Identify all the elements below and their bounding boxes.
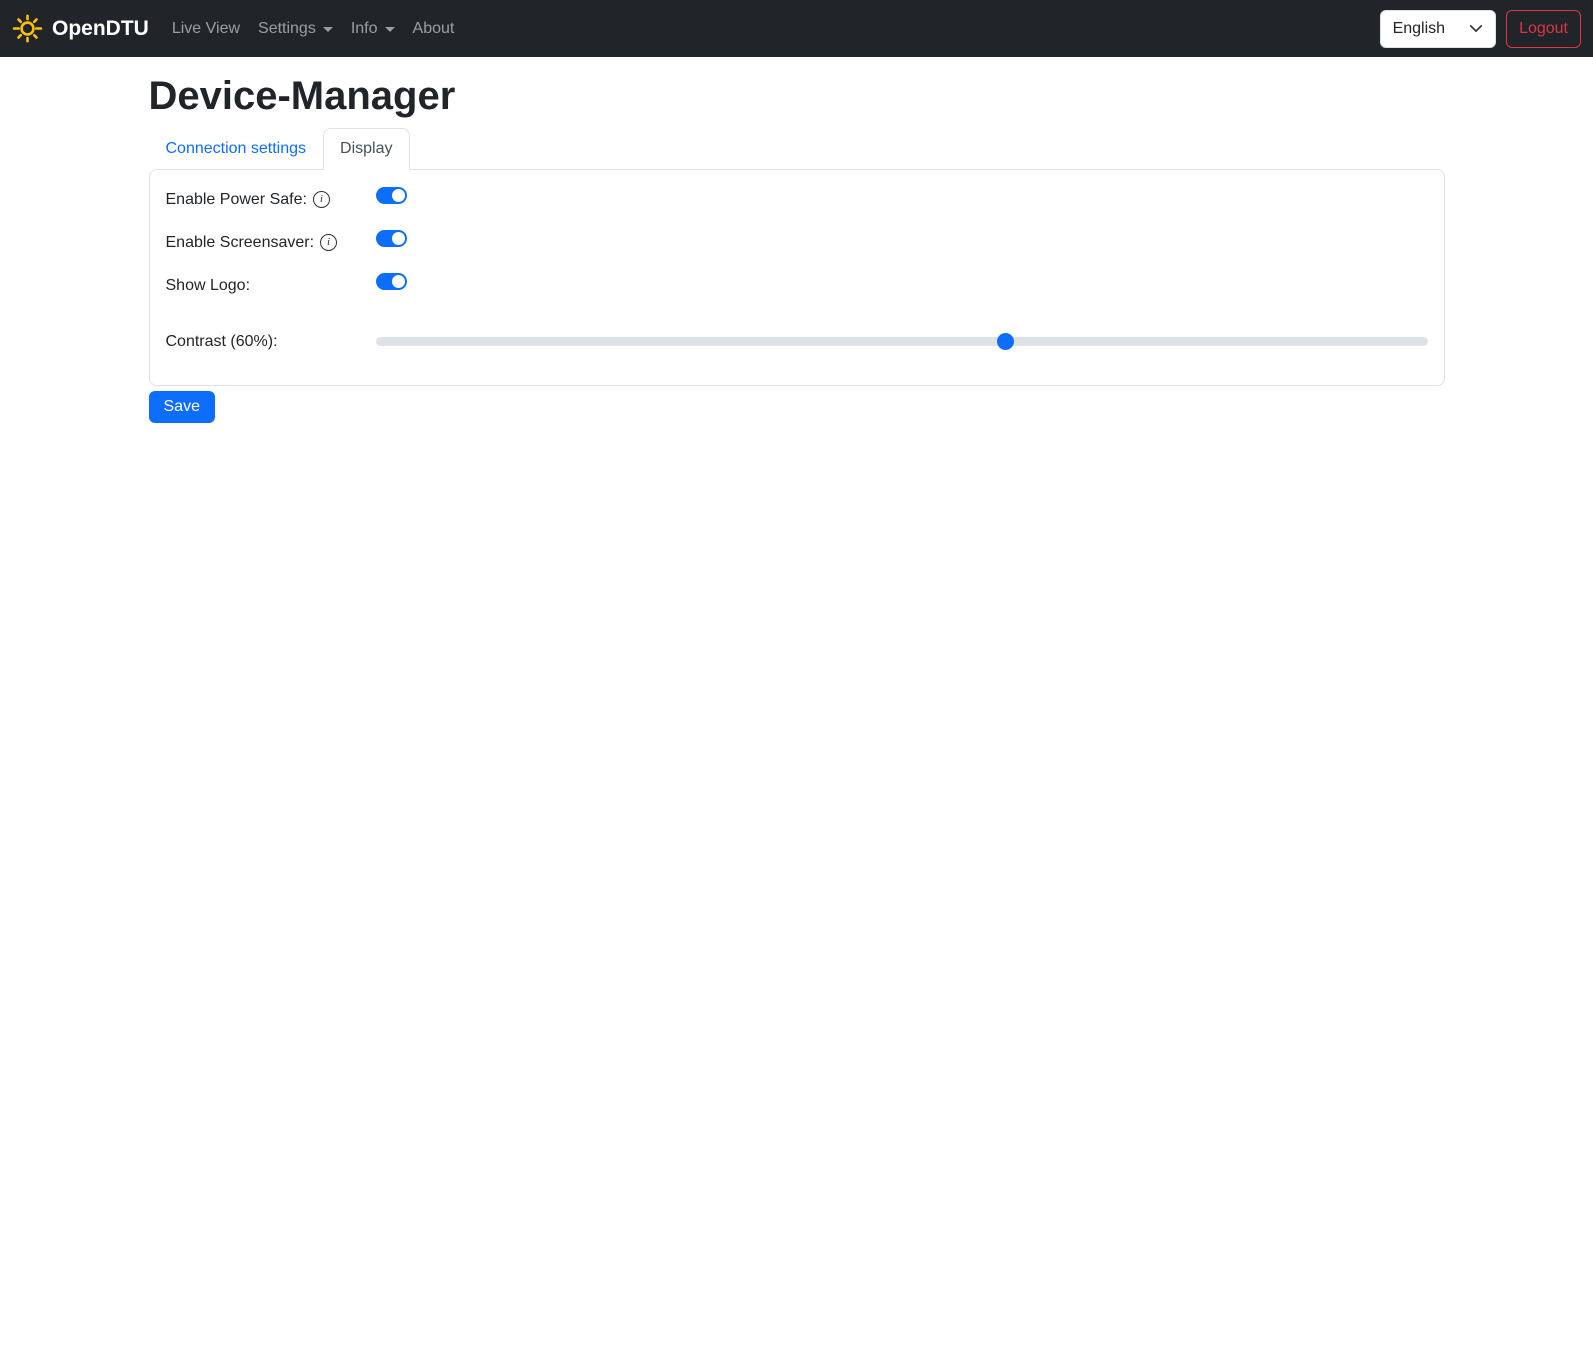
screensaver-toggle[interactable] — [375, 230, 407, 247]
info-icon[interactable]: i — [320, 234, 338, 251]
chevron-down-icon — [1469, 23, 1483, 34]
caret-down-icon — [322, 27, 333, 32]
nav-item-settings-label: Settings — [258, 19, 316, 37]
show-logo-control-cell — [375, 273, 1428, 298]
power-safe-row: Enable Power Safe: i — [166, 187, 1428, 212]
screensaver-row: Enable Screensaver: i — [166, 230, 1428, 255]
main-content: Device-Manager Connection settings Displ… — [137, 72, 1457, 423]
nav-item-info-label: Info — [350, 19, 378, 37]
tab-display[interactable]: Display — [323, 128, 410, 170]
brand-link[interactable]: OpenDTU — [12, 13, 149, 45]
contrast-row: Contrast (60%): — [166, 316, 1428, 368]
logout-button[interactable]: Logout — [1506, 9, 1581, 48]
contrast-control-cell — [375, 330, 1428, 354]
contrast-label-cell: Contrast (60%): — [166, 330, 376, 354]
language-select[interactable]: English — [1379, 9, 1497, 48]
sun-icon — [12, 13, 43, 44]
screensaver-label-cell: Enable Screensaver: i — [166, 231, 376, 255]
show-logo-row: Show Logo: — [166, 273, 1428, 298]
nav-item-about[interactable]: About — [404, 9, 464, 49]
contrast-slider[interactable] — [375, 337, 1428, 346]
screensaver-control-cell — [375, 230, 1428, 255]
language-selected-value: English — [1392, 19, 1446, 37]
show-logo-label: Show Logo: — [165, 276, 251, 294]
nav-links: Live View Settings Info About — [163, 9, 1380, 49]
tab-connection-settings[interactable]: Connection settings — [149, 128, 324, 170]
power-safe-label: Enable Power Safe: — [165, 190, 307, 208]
brand-label: OpenDTU — [52, 16, 149, 40]
nav-item-live-view-label: Live View — [171, 19, 241, 37]
page-title: Device-Manager — [148, 74, 456, 118]
power-safe-label-cell: Enable Power Safe: i — [166, 188, 376, 212]
navbar-right: English Logout — [1379, 9, 1581, 48]
navbar: OpenDTU Live View Settings Info About En… — [0, 0, 1593, 57]
show-logo-toggle[interactable] — [375, 273, 407, 290]
nav-item-live-view[interactable]: Live View — [163, 9, 249, 49]
display-settings-card: Enable Power Safe: i Enable Screensaver:… — [148, 169, 1445, 386]
power-safe-toggle[interactable] — [375, 187, 407, 204]
caret-down-icon — [384, 27, 395, 32]
power-safe-control-cell — [375, 187, 1428, 212]
info-icon[interactable]: i — [312, 191, 330, 208]
nav-item-settings[interactable]: Settings — [249, 9, 342, 49]
save-button[interactable]: Save — [148, 391, 215, 423]
nav-item-about-label: About — [412, 19, 455, 37]
screensaver-label: Enable Screensaver: — [165, 233, 315, 251]
show-logo-label-cell: Show Logo: — [166, 274, 376, 298]
nav-item-info[interactable]: Info — [342, 9, 404, 49]
tab-bar: Connection settings Display — [149, 128, 1445, 170]
contrast-label: Contrast (60%): — [165, 333, 278, 350]
